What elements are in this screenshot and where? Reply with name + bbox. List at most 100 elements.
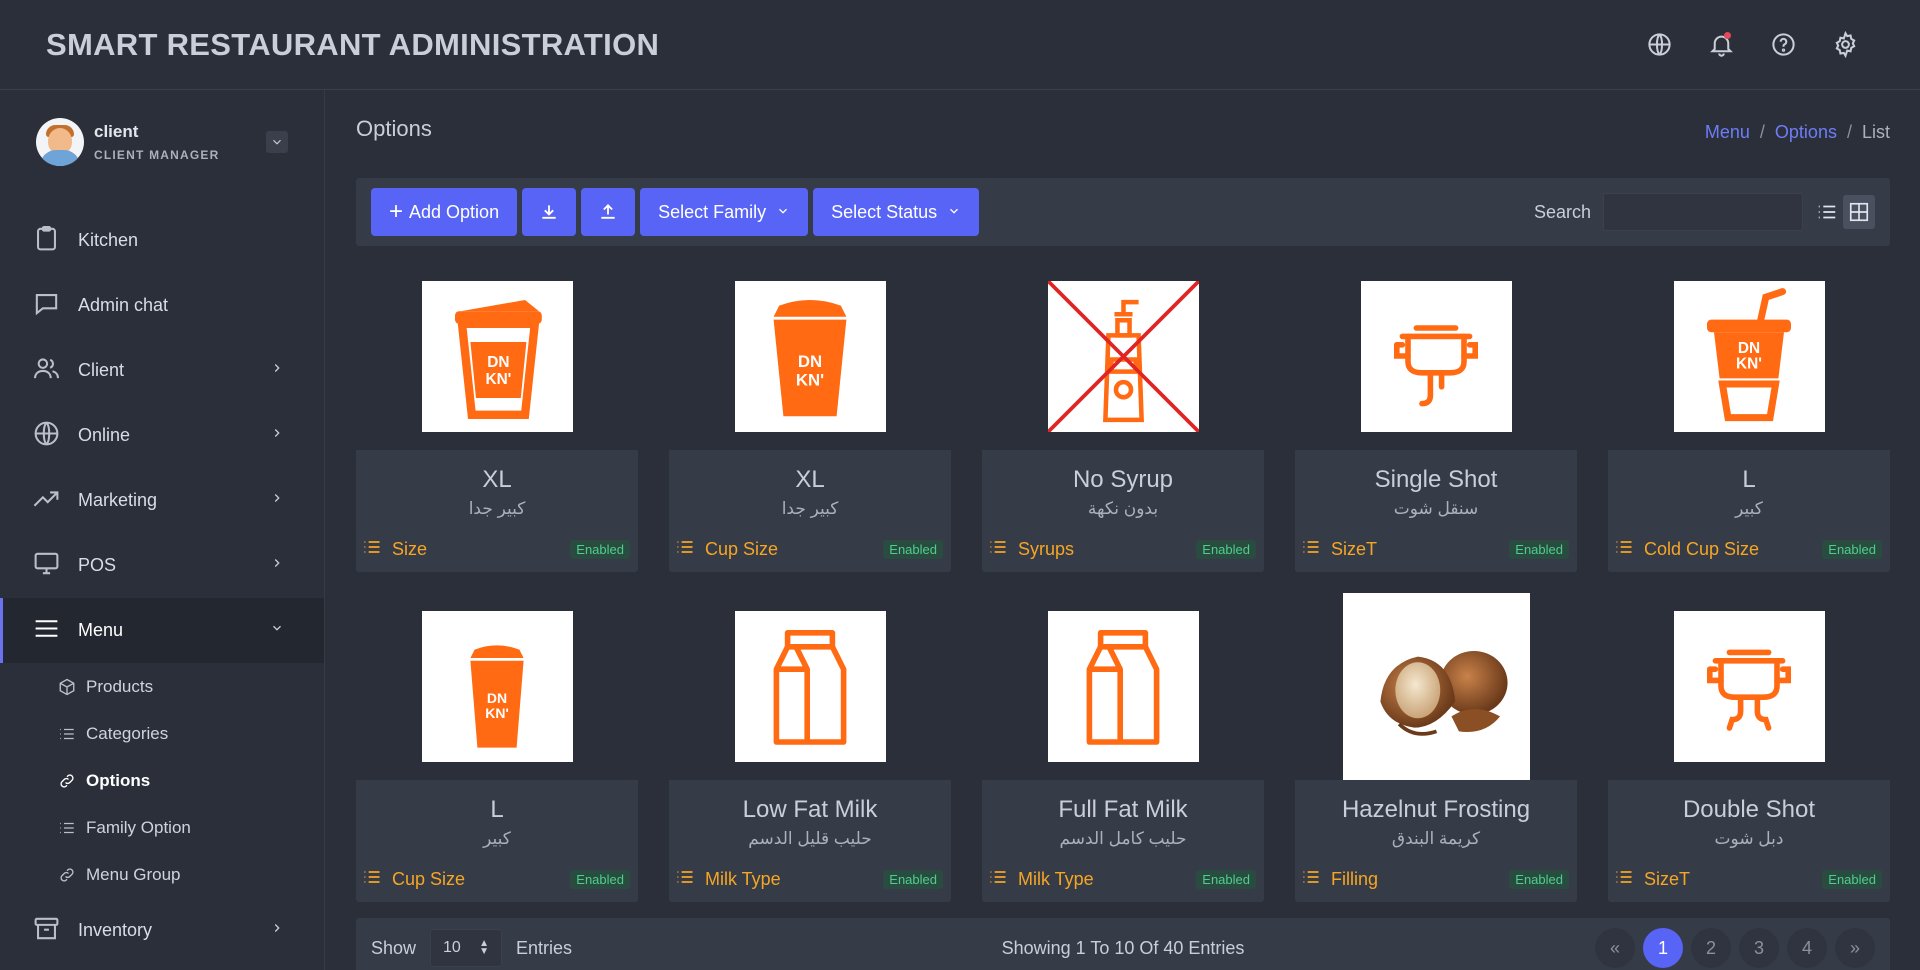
show-label: Show (371, 937, 417, 958)
option-name: Low Fat Milk (742, 796, 878, 823)
page-button-1[interactable]: 1 (1643, 928, 1683, 968)
sidebar-item-inventory[interactable]: Inventory (0, 898, 324, 963)
chevron-down-icon (273, 139, 281, 145)
option-family: SizeT (1644, 869, 1691, 889)
option-card[interactable]: Full Fat Milk حليب كامل الدسم Milk Type … (982, 592, 1264, 902)
sidebar-subitem-options[interactable]: Options (0, 757, 324, 804)
option-family: Syrups (1018, 539, 1075, 559)
sidebar-item-label: Kitchen (78, 230, 139, 250)
sidebar-item-menu[interactable]: Menu (0, 598, 324, 663)
option-card[interactable]: Double Shot دبل شوت SizeT Enabled (1608, 592, 1890, 902)
sidebar-subitem-label: Menu Group (86, 864, 181, 884)
option-name: Double Shot (1682, 796, 1816, 823)
no-syrup-icon (1047, 280, 1199, 432)
sidebar-item-label: Menu (78, 620, 124, 640)
option-arabic-name: كبير (483, 829, 511, 848)
sidebar-item-label: POS (78, 555, 117, 575)
option-family: Filling (1331, 869, 1379, 889)
globe-icon[interactable] (1642, 28, 1676, 62)
option-card[interactable]: No Syrup بدون نكهة Syrups Enabled (982, 262, 1264, 572)
sidebar-item-admin-chat[interactable]: Admin chat (0, 273, 324, 338)
sidebar-subitem-categories[interactable]: Categories (0, 710, 324, 757)
option-card[interactable]: DN KN' XL كبير جدا Cup Size Enabled (669, 262, 951, 572)
sidebar-item-pos[interactable]: POS (0, 533, 324, 598)
status-badge: Enabled (883, 540, 943, 559)
hazelnut-photo (1342, 592, 1530, 780)
option-family: Size (392, 539, 428, 559)
app-title: SMART RESTAURANT ADMINISTRATION (46, 26, 660, 62)
sidebar-item-online[interactable]: Online (0, 403, 324, 468)
select-family-dropdown[interactable]: Select Family (640, 188, 809, 236)
list-view-icon (1818, 205, 1836, 219)
add-option-button[interactable]: + Add Option (371, 188, 518, 236)
select-status-label: Select Status (831, 201, 938, 222)
option-name: Single Shot (1374, 466, 1498, 493)
page-button-3[interactable]: 3 (1739, 928, 1779, 968)
option-card[interactable]: Single Shot سنقل شوت SizeT Enabled (1295, 262, 1577, 572)
page-button-2[interactable]: 2 (1691, 928, 1731, 968)
sidebar-item-client[interactable]: Client (0, 338, 324, 403)
sidebar-subitem-family-option[interactable]: Family Option (0, 804, 324, 851)
option-card[interactable]: DN KN' L كبير Cup Size Enabled (356, 592, 638, 902)
option-card[interactable]: DN KN' L كبير Cold Cup Size Enabled (1608, 262, 1890, 572)
sidebar-nav: Kitchen Admin chat Client Online Marketi… (0, 208, 324, 963)
sidebar-subitem-label: Products (86, 676, 154, 696)
option-arabic-name: حليب كامل الدسم (1059, 829, 1187, 848)
help-icon[interactable] (1766, 28, 1800, 62)
page-size-select[interactable]: 10 ▲ ▼ (430, 929, 503, 967)
chat-icon (32, 289, 61, 323)
link-icon (60, 867, 74, 882)
bell-icon[interactable] (1704, 28, 1738, 62)
sidebar-item-marketing[interactable]: Marketing (0, 468, 324, 533)
gear-icon[interactable] (1828, 28, 1862, 62)
breadcrumb-current: List (1861, 122, 1890, 142)
sidebar-subitem-menu-group[interactable]: Menu Group (0, 851, 324, 898)
option-family: Milk Type (705, 869, 781, 889)
list-view-button[interactable] (1811, 195, 1843, 229)
search-input[interactable] (1603, 193, 1803, 231)
grid-view-button[interactable] (1843, 195, 1875, 229)
double-shot-icon (1673, 610, 1825, 762)
option-card[interactable]: Hazelnut Frosting كريمة البندق Filling E… (1295, 592, 1577, 902)
cold-cup-icon: DN KN' (1673, 280, 1825, 432)
list-icon (362, 867, 382, 892)
option-family: Milk Type (1018, 869, 1094, 889)
option-family: SizeT (1331, 539, 1378, 559)
option-arabic-name: كبير (1735, 499, 1763, 518)
sidebar-item-kitchen[interactable]: Kitchen (0, 208, 324, 273)
milk-carton-icon (1047, 610, 1199, 762)
option-arabic-name: كبير جدا (781, 499, 839, 518)
top-bar: SMART RESTAURANT ADMINISTRATION (0, 0, 1920, 90)
chevron-right-icon (270, 556, 284, 575)
sidebar-item-label: Client (78, 360, 125, 380)
upload-icon (601, 204, 615, 219)
breadcrumb-menu[interactable]: Menu (1705, 122, 1750, 143)
status-badge: Enabled (570, 870, 630, 889)
list-icon (1301, 537, 1321, 562)
sidebar-subitem-products[interactable]: Products (0, 663, 324, 710)
option-name: No Syrup (1072, 466, 1174, 493)
toolbar: + Add Option Select Family Select Status… (356, 178, 1890, 246)
breadcrumb-options[interactable]: Options (1775, 122, 1837, 143)
page-button-4[interactable]: 4 (1787, 928, 1827, 968)
cup-lid-icon: DN KN' (421, 280, 573, 432)
list-icon (362, 537, 382, 562)
option-name: XL (795, 466, 825, 493)
option-card[interactable]: Low Fat Milk حليب قليل الدسم Milk Type E… (669, 592, 951, 902)
page-last-button[interactable]: » (1835, 928, 1875, 968)
list-icon (1614, 867, 1634, 892)
option-arabic-name: بدون نكهة (1087, 499, 1159, 518)
upload-button[interactable] (581, 188, 636, 236)
option-card[interactable]: DN KN' XL كبير جدا Size Enabled (356, 262, 638, 572)
user-profile: client CLIENT MANAGER (0, 90, 324, 194)
user-menu-toggle[interactable] (266, 131, 288, 153)
select-status-dropdown[interactable]: Select Status (813, 188, 980, 236)
list-icon (988, 867, 1008, 892)
cup-small-icon: DN KN' (421, 610, 573, 762)
page-first-button[interactable]: « (1595, 928, 1635, 968)
download-button[interactable] (522, 188, 577, 236)
search-label: Search (1533, 201, 1591, 222)
option-family: Cup Size (705, 539, 779, 559)
sidebar-item-label: Inventory (78, 920, 153, 940)
select-family-label: Select Family (658, 201, 767, 222)
